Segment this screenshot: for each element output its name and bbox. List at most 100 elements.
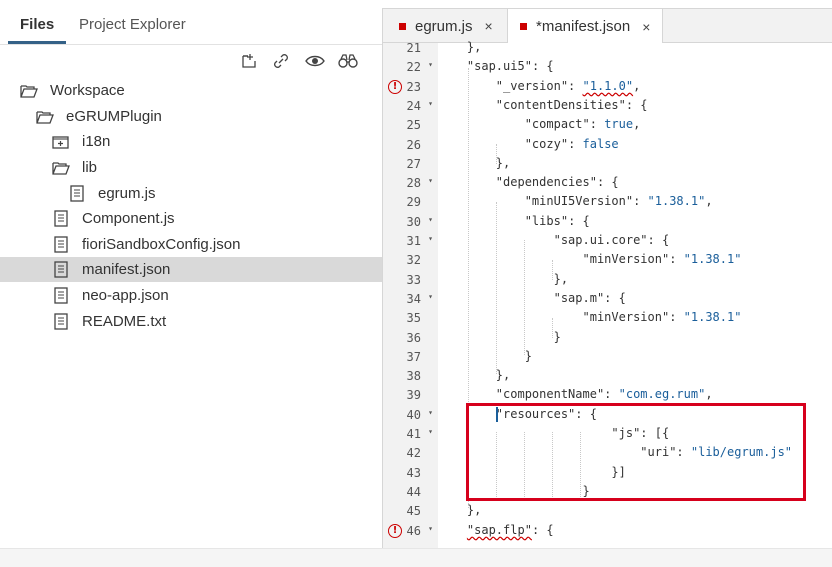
line-number-text: 32 (406, 253, 421, 267)
fold-arrow-icon[interactable]: ▾ (428, 408, 433, 417)
code-line: "libs": { (524, 214, 590, 228)
divider (0, 44, 382, 45)
line-number-text: 40 (406, 408, 421, 422)
binoculars-icon[interactable] (337, 50, 359, 72)
line-number-text: 30 (406, 215, 421, 229)
new-folder-icon[interactable] (238, 50, 260, 72)
close-icon[interactable]: × (642, 19, 650, 35)
fold-arrow-icon[interactable]: ▾ (428, 427, 433, 436)
tree-item-label: eGRUMPlugin (66, 108, 162, 125)
tree-item-egrumplugin[interactable]: eGRUMPlugin (0, 104, 382, 129)
folder-open-icon (20, 82, 38, 100)
line-number-text: 26 (406, 138, 421, 152)
eye-icon[interactable] (304, 50, 326, 72)
error-icon[interactable]: ! (388, 80, 402, 94)
line-number: 44 (383, 484, 438, 503)
tree-item-neo-app-json[interactable]: neo-app.json (0, 283, 382, 308)
annotation-highlight-box (466, 403, 806, 501)
line-number-text: 25 (406, 118, 421, 132)
link-icon[interactable] (270, 50, 292, 72)
tree-item-workspace[interactable]: Workspace (0, 78, 382, 103)
line-number: 37 (383, 349, 438, 368)
tab-files[interactable]: Files (20, 16, 54, 33)
line-number-text: 28 (406, 176, 421, 190)
explorer-tabs: Files Project Explorer (0, 10, 382, 44)
fold-arrow-icon[interactable]: ▾ (428, 60, 433, 69)
file-icon (52, 287, 70, 305)
code-line: "contentDensities": { (495, 98, 648, 112)
line-number: 22 ▾ (383, 59, 438, 78)
tree-item-label: manifest.json (82, 261, 171, 278)
tree-item-lib[interactable]: lib (0, 155, 382, 180)
line-number: 32 (383, 252, 438, 271)
file-explorer-panel: Files Project Explorer Workspace eGRUMPl… (0, 0, 382, 548)
tree-item-label: i18n (82, 133, 111, 150)
line-number: 43 (383, 465, 438, 484)
line-number: 23! (383, 79, 438, 98)
tree-item-readme-txt[interactable]: README.txt (0, 309, 382, 334)
fold-arrow-icon[interactable]: ▾ (428, 215, 433, 224)
line-number: 36 (383, 330, 438, 349)
line-number: 28 ▾ (383, 175, 438, 194)
error-icon[interactable]: ! (388, 524, 402, 538)
tree-item-label: Component.js (82, 210, 175, 227)
folder-open-icon (52, 159, 70, 177)
close-icon[interactable]: × (485, 18, 493, 34)
line-number-text: 31 (406, 234, 421, 248)
line-number-text: 33 (406, 273, 421, 287)
tree-item-egrum-js[interactable]: egrum.js (0, 181, 382, 206)
line-number-text: 44 (406, 485, 421, 499)
line-number-text: 34 (406, 292, 421, 306)
line-number-text: 23 (406, 80, 421, 94)
tree-item-component-js[interactable]: Component.js (0, 206, 382, 231)
code-line: }, (438, 40, 482, 54)
folder-open-icon (36, 108, 54, 126)
fold-arrow-icon[interactable]: ▾ (428, 99, 433, 108)
fold-arrow-icon[interactable]: ▾ (428, 524, 433, 533)
line-number: 35 (383, 310, 438, 329)
line-number-text: 37 (406, 350, 421, 364)
fold-arrow-icon[interactable]: ▾ (428, 292, 433, 301)
tree-item-label: fioriSandboxConfig.json (82, 236, 241, 253)
fold-arrow-icon[interactable]: ▾ (428, 234, 433, 243)
tab-egrum-js[interactable]: egrum.js × (399, 9, 493, 43)
line-number-text: 38 (406, 369, 421, 383)
tree-item-label: lib (82, 159, 98, 176)
tab-project-explorer[interactable]: Project Explorer (79, 16, 186, 33)
line-number-text: 21 (406, 41, 421, 55)
line-number: 26 (383, 137, 438, 156)
indent-guide (552, 260, 553, 280)
tree-item-fiorisandboxconfig[interactable]: fioriSandboxConfig.json (0, 232, 382, 257)
code-line: }, (438, 368, 511, 382)
status-bar (0, 548, 832, 567)
line-number-text: 46 (406, 524, 421, 538)
line-number-text: 39 (406, 388, 421, 402)
line-number: 29 (383, 194, 438, 213)
line-number-text: 36 (406, 331, 421, 345)
tab-manifest-json[interactable]: *manifest.json × (507, 9, 664, 44)
indent-guide (496, 202, 497, 374)
line-number: 39 (383, 387, 438, 406)
line-number: 38 (383, 368, 438, 387)
file-icon (52, 236, 70, 254)
line-number-text: 42 (406, 446, 421, 460)
code-line: "cozy": false (524, 137, 619, 151)
tab-label: egrum.js (415, 17, 473, 35)
tree-item-label: neo-app.json (82, 287, 169, 304)
line-number-text: 45 (406, 504, 421, 518)
line-number: 45 (383, 503, 438, 522)
fold-arrow-icon[interactable]: ▾ (428, 176, 433, 185)
line-number-text: 29 (406, 195, 421, 209)
line-number-text: 35 (406, 311, 421, 325)
tree-item-i18n[interactable]: i18n (0, 129, 382, 154)
code-line: "sap.m": { (553, 291, 626, 305)
line-number: 30 ▾ (383, 214, 438, 233)
code-line: "sap.ui.core": { (553, 233, 670, 247)
line-number: 33 (383, 272, 438, 291)
tree-item-manifest-json[interactable]: manifest.json (0, 257, 382, 282)
indent-guide (496, 144, 497, 164)
line-number-text: 41 (406, 427, 421, 441)
file-icon (52, 210, 70, 228)
code-line: "dependencies": { (495, 175, 619, 189)
file-icon (52, 313, 70, 331)
